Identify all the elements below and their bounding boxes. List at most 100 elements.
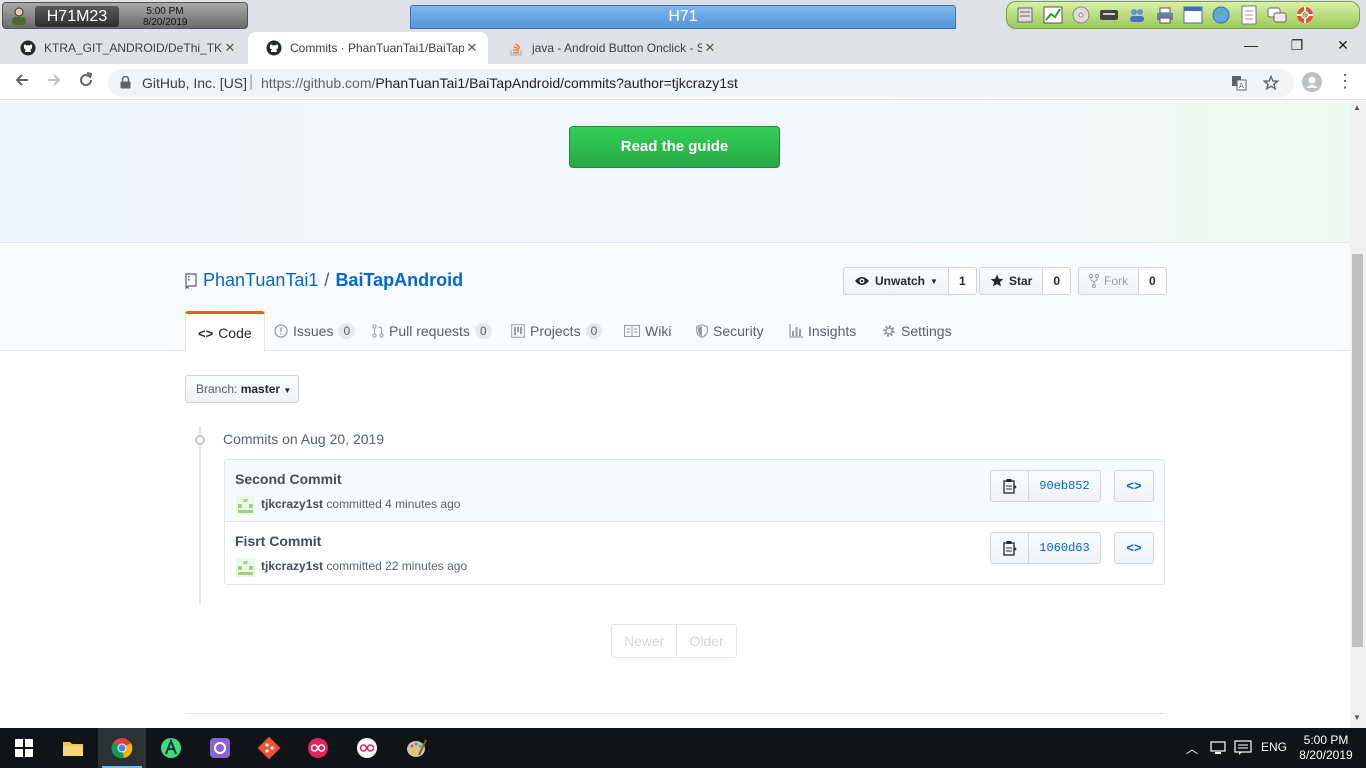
graph-icon xyxy=(789,324,803,338)
close-window-button[interactable]: ✕ xyxy=(1320,34,1366,56)
translate-icon[interactable]: A xyxy=(1231,75,1247,91)
list-icon[interactable] xyxy=(1013,4,1037,26)
chevron-up-icon[interactable]: ︿ xyxy=(1186,740,1198,757)
tab-projects[interactable]: Projects 0 xyxy=(499,311,614,351)
tab-code[interactable]: <> Code xyxy=(185,311,265,352)
repo-separator: / xyxy=(324,270,330,290)
address-bar[interactable]: GitHub, Inc. [US] | https://github.com/P… xyxy=(108,69,1294,97)
tab-code-label: Code xyxy=(218,325,252,341)
close-icon[interactable]: ✕ xyxy=(222,40,238,56)
palette-icon xyxy=(407,739,427,757)
tab-ktra-git[interactable]: KTRA_GIT_ANDROID/DeThi_TK_1 ✕ xyxy=(2,32,246,64)
lifebuoy-icon[interactable] xyxy=(1293,4,1317,26)
sourcetree-icon xyxy=(258,737,280,759)
commit-sha-link[interactable]: 90eb852 xyxy=(1029,470,1101,502)
commit-group-icon xyxy=(195,435,205,445)
window-icon[interactable] xyxy=(1181,4,1205,26)
fork-group: Fork 0 xyxy=(1078,267,1167,295)
notification-icon[interactable] xyxy=(1234,740,1252,756)
star-button[interactable]: Star xyxy=(979,267,1044,295)
tab-stackoverflow[interactable]: java - Android Button Onclick - Stack Ov… xyxy=(490,32,726,64)
tab-pull-requests[interactable]: Pull requests 0 xyxy=(360,311,504,351)
caret-down-icon: ▼ xyxy=(283,386,292,395)
tab-commits[interactable]: Commits · PhanTuanTai1/BaiTapAndroid ✕ xyxy=(248,32,488,64)
host-session-pill[interactable]: H71M23 5:00 PM 8/20/2019 xyxy=(2,2,248,29)
commit-meta: tjkcrazy1st committed 22 minutes ago xyxy=(261,559,467,573)
avatar[interactable] xyxy=(236,496,255,515)
repo-owner-link[interactable]: PhanTuanTai1 xyxy=(203,270,318,290)
host-clock: 5:00 PM 8/20/2019 xyxy=(143,6,188,28)
app-taskbar-2[interactable] xyxy=(343,728,391,768)
github-desktop-taskbar[interactable] xyxy=(196,728,244,768)
star-label: Star xyxy=(1009,274,1033,288)
branch-select-button[interactable]: Branch: master ▼ xyxy=(185,375,299,403)
caret-down-icon: ▼ xyxy=(930,276,938,286)
scroll-thumb[interactable] xyxy=(1352,254,1363,647)
page-scrollbar[interactable]: ▲ ▼ xyxy=(1350,101,1366,728)
file-explorer-taskbar[interactable] xyxy=(49,728,97,768)
minimize-button[interactable]: — xyxy=(1228,34,1274,56)
watch-count[interactable]: 1 xyxy=(948,267,977,295)
close-icon[interactable]: ✕ xyxy=(702,40,718,56)
repo-name-link[interactable]: BaiTapAndroid xyxy=(335,270,463,290)
chrome-taskbar[interactable] xyxy=(98,728,146,768)
restore-button[interactable]: ❐ xyxy=(1274,34,1320,56)
keyboard-icon[interactable] xyxy=(1097,4,1121,26)
star-count[interactable]: 0 xyxy=(1043,267,1072,295)
pull-request-icon xyxy=(372,324,384,338)
disc-icon[interactable] xyxy=(1069,4,1093,26)
scroll-down-arrow-icon[interactable]: ▼ xyxy=(1353,713,1361,722)
tab-settings[interactable]: Settings xyxy=(870,311,964,351)
taskbar-time: 5:00 PM xyxy=(1303,733,1349,747)
pull-requests-count: 0 xyxy=(474,323,492,339)
tab-issues[interactable]: Issues 0 xyxy=(262,311,367,351)
document-icon[interactable] xyxy=(1237,4,1261,26)
android-studio-taskbar[interactable] xyxy=(147,728,195,768)
chat-icon[interactable] xyxy=(1265,4,1289,26)
read-guide-button[interactable]: Read the guide xyxy=(569,126,780,168)
reload-button[interactable] xyxy=(74,71,98,93)
newer-button[interactable]: Newer xyxy=(611,624,678,658)
tab-wiki[interactable]: Wiki xyxy=(612,311,683,351)
commit-title-link[interactable]: Fisrt Commit xyxy=(235,533,321,549)
git-taskbar[interactable] xyxy=(245,728,293,768)
commit-author-link[interactable]: tjkcrazy1st xyxy=(261,497,323,511)
browse-files-button[interactable]: <> xyxy=(1114,532,1154,564)
star-bookmark-icon[interactable] xyxy=(1263,75,1279,91)
chart-icon[interactable] xyxy=(1041,4,1065,26)
avatar[interactable] xyxy=(236,558,255,577)
older-button[interactable]: Older xyxy=(677,624,737,658)
paint-taskbar[interactable] xyxy=(392,728,440,768)
scroll-up-arrow-icon[interactable]: ▲ xyxy=(1353,103,1361,112)
identicon-icon xyxy=(238,499,253,513)
language-indicator[interactable]: ENG xyxy=(1261,740,1287,754)
commit-sha-group: 1060d63 xyxy=(990,532,1101,564)
tab-insights[interactable]: Insights xyxy=(777,311,868,351)
globe-icon[interactable] xyxy=(1209,4,1233,26)
copy-sha-button[interactable] xyxy=(990,532,1029,564)
commit-title-link[interactable]: Second Commit xyxy=(235,471,342,487)
network-icon[interactable] xyxy=(1210,741,1228,755)
unwatch-button[interactable]: Unwatch ▼ xyxy=(843,267,949,295)
app-icon xyxy=(308,738,328,758)
fork-count[interactable]: 0 xyxy=(1139,267,1167,295)
start-button[interactable] xyxy=(0,728,48,768)
fork-button[interactable]: Fork xyxy=(1078,267,1139,295)
profile-avatar-icon[interactable] xyxy=(1302,72,1322,92)
copy-sha-button[interactable] xyxy=(990,470,1029,502)
kebab-menu-icon[interactable]: ⋮ xyxy=(1336,72,1354,92)
users-icon[interactable] xyxy=(1125,4,1149,26)
printer-icon[interactable] xyxy=(1153,4,1177,26)
reload-icon xyxy=(80,72,93,87)
tab-security[interactable]: Security xyxy=(684,311,776,351)
commit-verb: committed xyxy=(326,497,382,511)
app-taskbar-1[interactable] xyxy=(294,728,342,768)
back-button[interactable] xyxy=(10,71,34,93)
host-window-title[interactable]: H71 xyxy=(410,5,956,29)
browse-files-button[interactable]: <> xyxy=(1114,470,1154,502)
taskbar-clock[interactable]: 5:00 PM 8/20/2019 xyxy=(1292,733,1360,763)
forward-button[interactable] xyxy=(42,71,66,93)
close-icon[interactable]: ✕ xyxy=(464,40,480,56)
commit-sha-link[interactable]: 1060d63 xyxy=(1029,532,1101,564)
commit-author-link[interactable]: tjkcrazy1st xyxy=(261,559,323,573)
